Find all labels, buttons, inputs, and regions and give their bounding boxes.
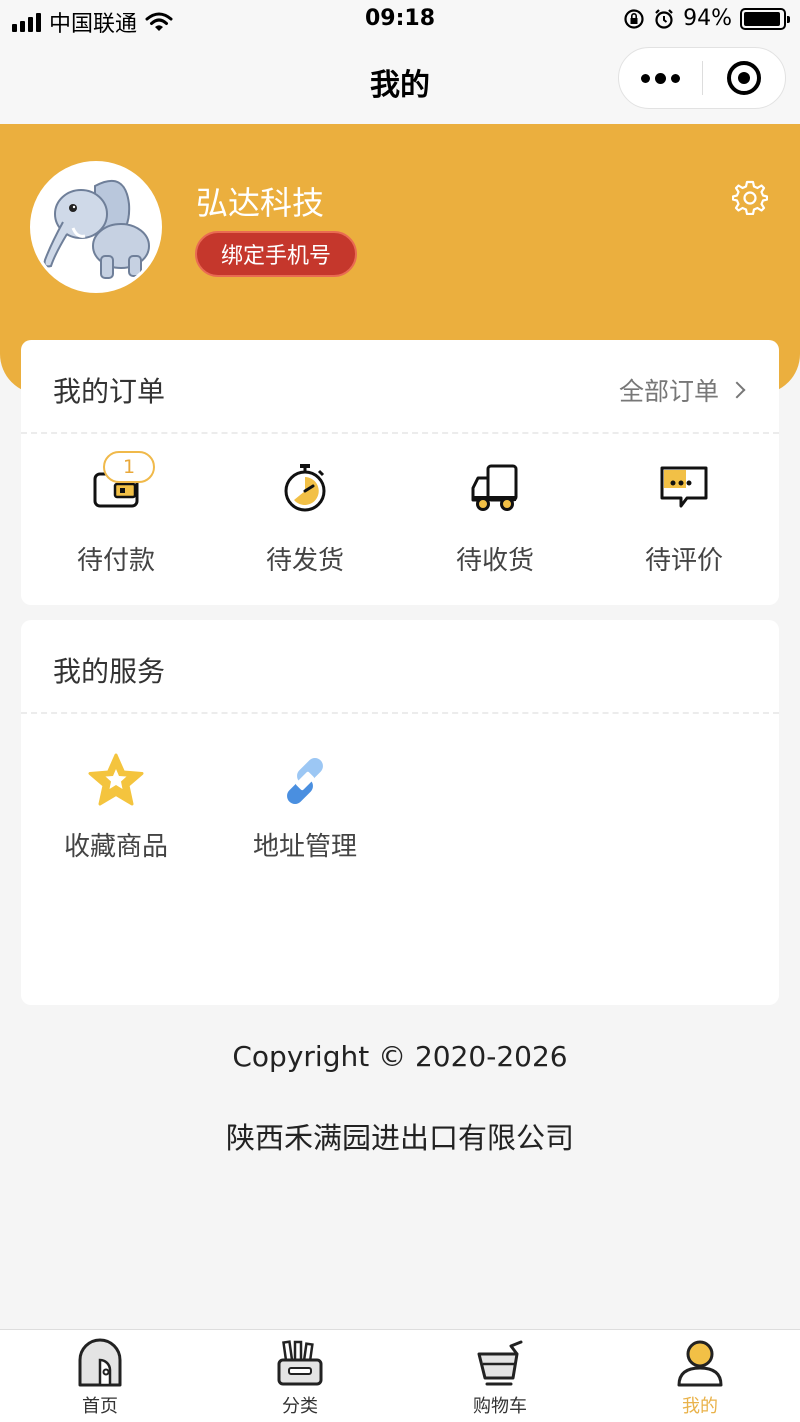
status-bar: 中国联通 09:18 94% (0, 0, 800, 40)
target-icon (726, 61, 761, 95)
order-pending-payment[interactable]: 1 待付款 (21, 434, 211, 604)
avatar[interactable] (30, 161, 162, 293)
order-label: 待收货 (455, 546, 534, 576)
stopwatch-icon (284, 464, 326, 512)
services-card-header: 我的服务 (21, 620, 779, 714)
gear-icon[interactable] (732, 179, 768, 215)
elephant-icon (33, 164, 159, 290)
order-status-row: 1 待付款 待发货 待收货 待评价 (21, 434, 779, 604)
home-icon (78, 1338, 122, 1387)
order-label: 待付款 (76, 546, 155, 576)
order-pending-review[interactable]: 待评价 (589, 434, 779, 604)
link-icon (287, 758, 323, 804)
tab-category[interactable]: 分类 (200, 1330, 400, 1422)
tab-label: 我的 (682, 1396, 718, 1417)
truck-icon (471, 464, 518, 511)
category-icon (277, 1340, 323, 1386)
order-label: 待评价 (644, 546, 723, 576)
orders-card-header: 我的订单 全部订单 (21, 340, 779, 434)
orders-card: 我的订单 全部订单 1 待付款 待发货 待收货 待评价 (21, 340, 779, 605)
battery-icon (740, 7, 790, 30)
profile-icon (677, 1340, 723, 1387)
close-miniprogram-button[interactable] (703, 48, 786, 108)
order-label: 待发货 (265, 546, 344, 576)
miniprogram-capsule (618, 47, 786, 109)
favorites-button[interactable]: 收藏商品 (21, 714, 211, 874)
pending-payment-badge: 1 (103, 451, 155, 483)
bind-phone-button[interactable]: 绑定手机号 (195, 231, 357, 277)
all-orders-link[interactable]: 全部订单 (618, 372, 746, 408)
tab-profile[interactable]: 我的 (600, 1330, 800, 1422)
status-right: 94% (623, 6, 790, 31)
battery-percent: 94% (683, 6, 732, 31)
tab-label: 分类 (282, 1396, 318, 1417)
services-card: 我的服务 收藏商品 地址管理 (21, 620, 779, 1005)
tab-label: 购物车 (473, 1396, 527, 1417)
address-management-button[interactable]: 地址管理 (210, 714, 400, 874)
tab-bar: 首页 分类 购物车 我的 (0, 1329, 800, 1422)
tab-home[interactable]: 首页 (0, 1330, 200, 1422)
tab-cart[interactable]: 购物车 (400, 1330, 600, 1422)
battery-fill (744, 11, 780, 26)
tab-label: 首页 (82, 1396, 118, 1417)
chevron-right-icon (728, 381, 746, 399)
alarm-icon (655, 8, 673, 29)
service-label: 地址管理 (252, 832, 357, 862)
cart-icon (477, 1340, 523, 1386)
order-pending-receipt[interactable]: 待收货 (400, 434, 590, 604)
all-orders-label: 全部订单 (618, 377, 719, 406)
service-label: 收藏商品 (63, 832, 168, 862)
rotation-lock-icon (624, 8, 644, 29)
star-icon (88, 753, 144, 806)
services-title: 我的服务 (53, 655, 166, 688)
more-dots-icon (640, 72, 680, 84)
copyright-text: Copyright © 2020-2026 (232, 1040, 568, 1073)
nav-bar: 我的 (0, 40, 800, 124)
more-button[interactable] (619, 48, 702, 108)
orders-title: 我的订单 (53, 375, 166, 408)
order-pending-shipment[interactable]: 待发货 (210, 434, 400, 604)
user-name: 弘达科技 (196, 184, 325, 222)
comment-icon (660, 466, 708, 508)
company-name: 陕西禾满园进出口有限公司 (225, 1121, 574, 1155)
